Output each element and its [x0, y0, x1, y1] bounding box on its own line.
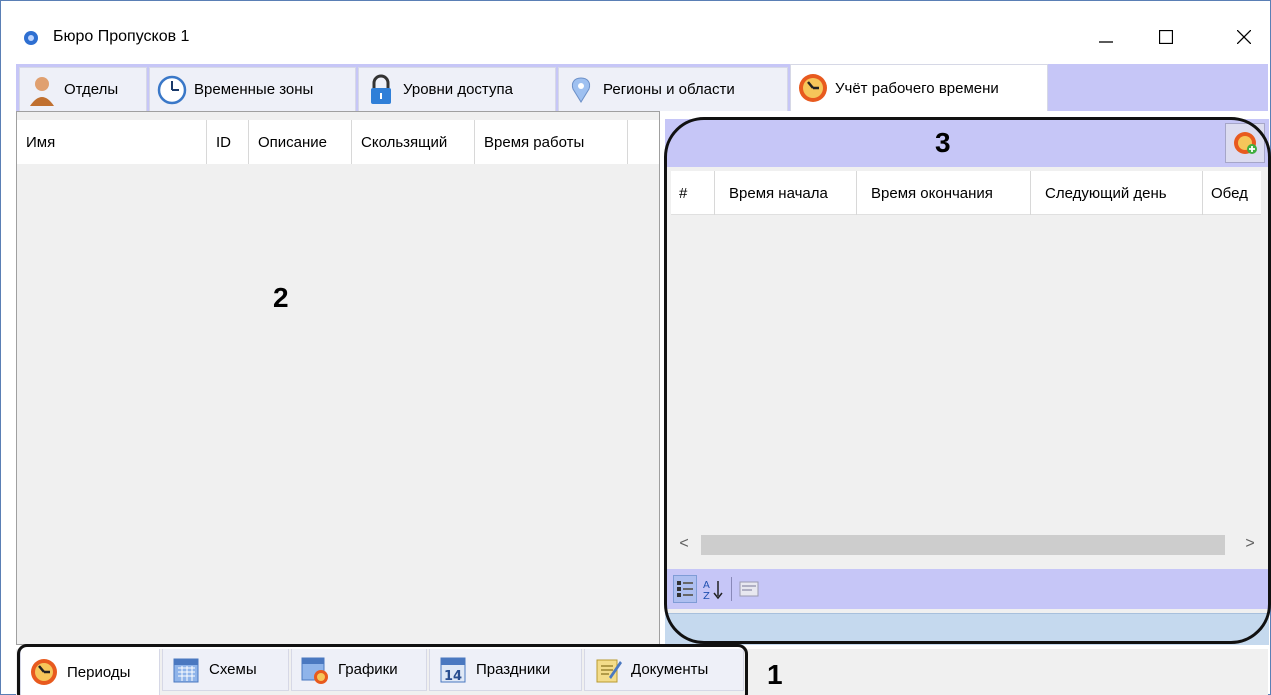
person-icon — [30, 76, 54, 106]
sort-alphabetical-button[interactable]: A Z — [701, 575, 725, 603]
tab-label: Регионы и области — [603, 81, 735, 98]
periods-list-panel[interactable]: Имя ID Описание Скользящий Время работы … — [16, 111, 660, 645]
column-header-work-time[interactable]: Время работы — [475, 120, 628, 164]
tab-time-zones[interactable]: Временные зоны — [149, 67, 356, 111]
tab-schemes[interactable]: Схемы — [162, 649, 289, 691]
tab-time-tracking[interactable]: Учёт рабочего времени — [790, 64, 1048, 111]
close-icon — [1237, 30, 1251, 44]
app-icon — [24, 31, 38, 45]
property-pages-icon — [739, 581, 759, 597]
column-header-next-day[interactable]: Следующий день — [1031, 171, 1203, 215]
property-pages-button[interactable] — [737, 575, 761, 603]
tab-periods[interactable]: Периоды — [20, 649, 160, 695]
column-header-start-time[interactable]: Время начала — [715, 171, 857, 215]
column-header-end-time[interactable]: Время окончания — [857, 171, 1031, 215]
maximize-button[interactable] — [1143, 19, 1189, 55]
tab-label: Периоды — [67, 663, 131, 681]
categorized-icon — [677, 581, 693, 597]
tab-label: Временные зоны — [194, 81, 314, 98]
svg-text:14: 14 — [444, 669, 462, 684]
title-bar: Бюро Пропусков 1 — [1, 1, 1270, 61]
tab-label: Уровни доступа — [403, 81, 513, 98]
tab-access-levels[interactable]: Уровни доступа — [358, 67, 556, 111]
tab-label: Отделы — [64, 81, 119, 98]
sort-az-icon: A Z — [703, 580, 723, 600]
toolbar-separator — [731, 577, 732, 601]
scroll-left-button[interactable]: < — [675, 535, 693, 553]
intervals-header-bar: 3 — [665, 119, 1269, 167]
tab-label: Праздники — [476, 661, 551, 678]
holiday-calendar-icon: 14 — [440, 657, 466, 684]
status-bar — [665, 613, 1269, 645]
close-button[interactable] — [1221, 19, 1267, 55]
minimize-button[interactable] — [1083, 19, 1129, 55]
tab-documents[interactable]: Документы — [584, 649, 744, 691]
add-time-icon — [1234, 132, 1257, 154]
tab-regions[interactable]: Регионы и области — [558, 67, 788, 111]
callout-label-3: 3 — [935, 127, 951, 158]
tab-label: Схемы — [209, 661, 257, 678]
add-interval-button[interactable] — [1225, 123, 1265, 163]
period-intervals-panel: 3 # Время начала Время окончания Следующ… — [665, 119, 1269, 645]
categorized-button[interactable] — [673, 575, 697, 603]
column-header-name[interactable]: Имя — [17, 120, 207, 164]
window-title: Бюро Пропусков 1 — [53, 28, 190, 45]
maximize-icon — [1159, 30, 1173, 44]
schedule-icon — [301, 657, 328, 684]
scrollbar-thumb[interactable] — [701, 535, 1225, 555]
tab-holidays[interactable]: 14 Праздники — [429, 649, 582, 691]
bottom-tab-strip: Периоды Схемы Графики 14 Праздники Докум… — [16, 649, 1268, 695]
tab-label: Графики — [338, 661, 398, 678]
time-tracking-icon — [799, 74, 827, 102]
tab-departments[interactable]: Отделы — [19, 67, 147, 111]
column-header-lunch[interactable]: Обед — [1203, 171, 1261, 215]
periods-table-header: Имя ID Описание Скользящий Время работы — [17, 120, 659, 164]
column-header-description[interactable]: Описание — [249, 120, 352, 164]
column-header-id[interactable]: ID — [207, 120, 249, 164]
property-toolbar: A Z — [665, 569, 1269, 609]
calendar-icon — [173, 658, 199, 682]
clock-icon — [157, 75, 187, 104]
tab-label: Документы — [631, 661, 709, 678]
documents-icon — [596, 659, 622, 682]
horizontal-scrollbar[interactable]: < > — [671, 527, 1261, 561]
svg-text:A: A — [703, 580, 710, 591]
top-tab-strip: Отделы Временные зоны Уровни доступа Рег… — [16, 64, 1268, 111]
callout-label-1: 1 — [767, 659, 783, 690]
svg-text:Z: Z — [703, 591, 710, 600]
column-header-number[interactable]: # — [671, 171, 715, 215]
callout-label-2: 2 — [273, 282, 289, 313]
minimize-icon — [1099, 41, 1113, 43]
tab-schedules[interactable]: Графики — [291, 649, 427, 691]
intervals-table-header: # Время начала Время окончания Следующий… — [671, 171, 1261, 215]
tab-label: Учёт рабочего времени — [835, 79, 999, 97]
column-header-sliding[interactable]: Скользящий — [352, 120, 475, 164]
lock-icon — [371, 74, 391, 104]
periods-icon — [31, 659, 57, 685]
scroll-right-button[interactable]: > — [1241, 535, 1259, 553]
map-pin-icon — [571, 76, 591, 103]
app-window: Бюро Пропусков 1 Отделы Временные зоны У… — [0, 0, 1271, 695]
